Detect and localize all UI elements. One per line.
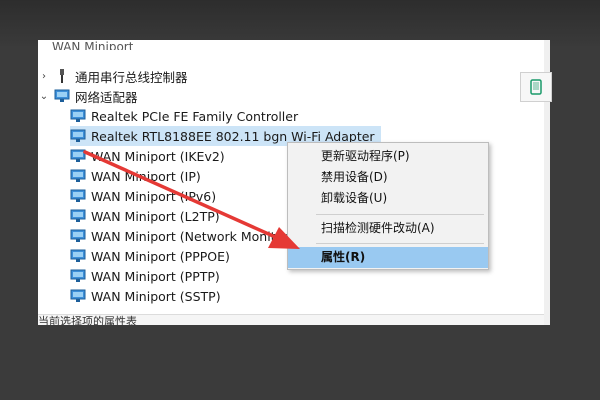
menu-separator: [316, 214, 484, 215]
device-label: Realtek PCIe FE Family Controller: [91, 108, 299, 124]
tree-category-label: 通用串行总线控制器: [75, 69, 188, 85]
device-label: WAN Miniport (IP): [91, 168, 201, 184]
chevron-right-icon[interactable]: ›: [38, 71, 50, 82]
tree-item-device[interactable]: Realtek PCIe FE Family Controller: [70, 106, 302, 126]
network-adapter-icon: [70, 149, 86, 162]
network-adapter-icon: [70, 249, 86, 262]
tree-item-device[interactable]: WAN Miniport (Network Monitor): [70, 226, 293, 246]
network-adapter-icon: [70, 209, 86, 222]
context-menu: 更新驱动程序(P) 禁用设备(D) 卸载设备(U) 扫描检测硬件改动(A) 属性…: [287, 142, 489, 270]
usb-icon: [60, 69, 64, 83]
tree-item-partial: WAN Miniport: [52, 40, 134, 50]
device-label: WAN Miniport (IPv6): [91, 188, 217, 204]
device-label: WAN Miniport (IKEv2): [91, 148, 225, 164]
menu-item-properties[interactable]: 属性(R): [288, 247, 488, 268]
device-label: WAN Miniport (L2TP): [91, 208, 220, 224]
network-adapter-icon: [70, 289, 86, 302]
chevron-down-icon[interactable]: ⌄: [38, 91, 50, 102]
network-adapter-icon: [54, 89, 70, 102]
tree-category-label: 网络适配器: [75, 89, 138, 105]
network-adapter-icon: [70, 109, 86, 122]
menu-item-uninstall-device[interactable]: 卸载设备(U): [288, 188, 488, 209]
tree-item-device[interactable]: WAN Miniport (IP): [70, 166, 201, 186]
network-adapter-icon: [70, 229, 86, 242]
device-label: WAN Miniport (PPTP): [91, 268, 220, 284]
network-adapter-icon: [70, 269, 86, 282]
menu-item-disable-device[interactable]: 禁用设备(D): [288, 167, 488, 188]
network-adapter-icon: [70, 129, 86, 142]
tree-category-usb[interactable]: › 通用串行总线控制器: [38, 66, 188, 86]
menu-item-update-driver[interactable]: 更新驱动程序(P): [288, 146, 488, 167]
tree-item-device[interactable]: WAN Miniport (IPv6): [70, 186, 216, 206]
network-adapter-icon: [70, 169, 86, 182]
side-device-button[interactable]: [520, 72, 552, 102]
device-label: WAN Miniport (PPPOE): [91, 248, 230, 264]
menu-item-scan-hardware[interactable]: 扫描检测硬件改动(A): [288, 218, 488, 239]
tree-item-device[interactable]: WAN Miniport (IKEv2): [70, 146, 225, 166]
network-adapter-icon: [70, 189, 86, 202]
tree-item-device[interactable]: WAN Miniport (L2TP): [70, 206, 220, 226]
device-icon: [530, 79, 542, 95]
menu-separator: [316, 243, 484, 244]
tree-category-network-adapters[interactable]: ⌄ 网络适配器: [38, 86, 138, 106]
status-text: 当前选择项的属性表: [38, 315, 137, 325]
device-label: WAN Miniport (SSTP): [91, 288, 221, 304]
tree-item-device[interactable]: WAN Miniport (SSTP): [70, 286, 221, 306]
tree-item-device[interactable]: WAN Miniport (PPPOE): [70, 246, 230, 266]
tree-item-device[interactable]: WAN Miniport (PPTP): [70, 266, 220, 286]
device-label: WAN Miniport (Network Monitor): [91, 228, 294, 244]
status-bar: 当前选择项的属性表: [38, 314, 550, 325]
